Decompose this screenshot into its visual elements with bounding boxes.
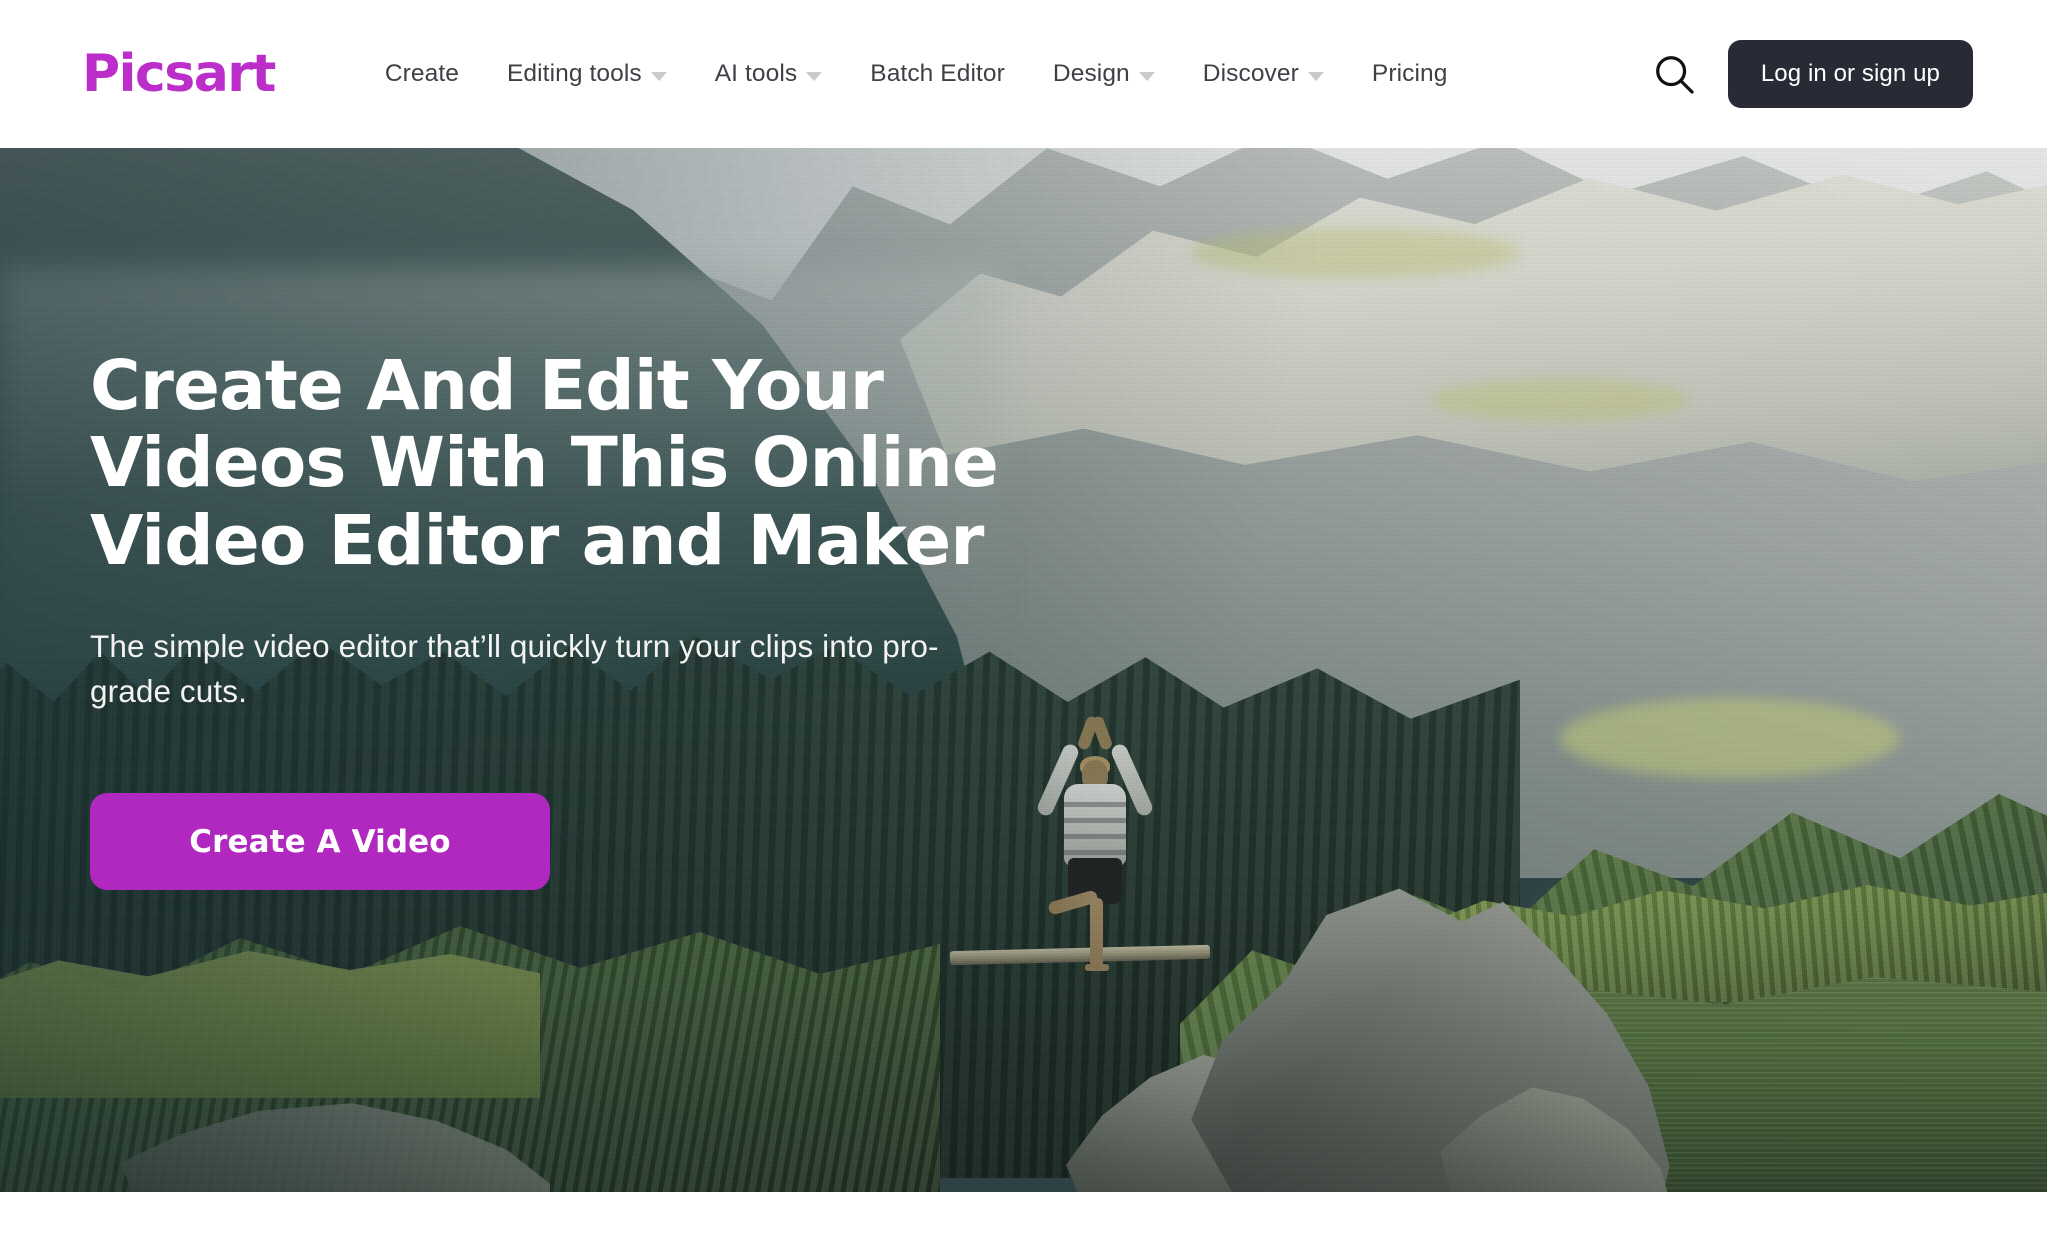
site-header: Picsart Create Editing tools AI tools Ba… xyxy=(0,0,2047,148)
photo-shirt-stripe xyxy=(1064,834,1126,839)
login-signup-button[interactable]: Log in or sign up xyxy=(1727,40,1973,108)
chevron-down-icon xyxy=(650,72,667,81)
nav-item-design[interactable]: Design xyxy=(1029,50,1179,98)
chevron-down-icon xyxy=(806,72,823,81)
nav-item-label: Editing tools xyxy=(506,60,642,87)
nav-item-label: Discover xyxy=(1202,60,1299,87)
header-actions: Log in or sign up xyxy=(1642,40,1973,108)
photo-person-foot xyxy=(1085,964,1109,971)
primary-navigation: Create Editing tools AI tools Batch Edit… xyxy=(361,50,1472,98)
photo-shirt-stripe xyxy=(1064,850,1126,855)
photo-moss-highlight xyxy=(1430,378,1690,422)
search-button[interactable] xyxy=(1642,42,1706,106)
hero-copy-block: Create And Edit Your Videos With This On… xyxy=(90,346,999,891)
hero-title: Create And Edit Your Videos With This On… xyxy=(90,346,999,581)
hero-title-line: Videos With This Online xyxy=(90,423,999,504)
nav-item-create[interactable]: Create xyxy=(361,50,483,98)
photo-moss-highlight xyxy=(1560,698,1900,778)
nav-item-pricing[interactable]: Pricing xyxy=(1348,50,1472,98)
nav-item-ai-tools[interactable]: AI tools xyxy=(691,50,847,98)
photo-shirt-stripe xyxy=(1064,818,1126,823)
create-a-video-button[interactable]: Create A Video xyxy=(90,793,550,891)
nav-item-label: Batch Editor xyxy=(870,60,1005,87)
search-icon xyxy=(1655,56,1694,94)
photo-person-standing-leg xyxy=(1090,898,1103,968)
nav-item-editing-tools[interactable]: Editing tools xyxy=(483,50,691,98)
nav-item-discover[interactable]: Discover xyxy=(1179,50,1348,98)
chevron-down-icon xyxy=(1307,72,1324,81)
nav-item-label: Create xyxy=(384,60,459,87)
hero-subtitle: The simple video editor that’ll quickly … xyxy=(90,627,939,709)
chevron-down-icon xyxy=(1138,72,1155,81)
page-bottom-spacer xyxy=(0,1192,2047,1233)
photo-shirt-stripe xyxy=(1064,802,1126,807)
hero-title-line: Create And Edit Your xyxy=(90,346,884,426)
photo-moss-highlight xyxy=(1190,228,1520,278)
nav-item-label: Design xyxy=(1052,60,1130,87)
nav-item-batch-editor[interactable]: Batch Editor xyxy=(846,50,1029,98)
photo-yoga-person xyxy=(1030,706,1160,971)
nav-item-label: AI tools xyxy=(714,60,798,87)
hero-title-line: Video Editor and Maker xyxy=(90,500,984,581)
hero-section: Create And Edit Your Videos With This On… xyxy=(0,148,2047,1192)
nav-item-label: Pricing xyxy=(1371,60,1448,87)
picsart-logo[interactable]: Picsart xyxy=(82,48,276,100)
